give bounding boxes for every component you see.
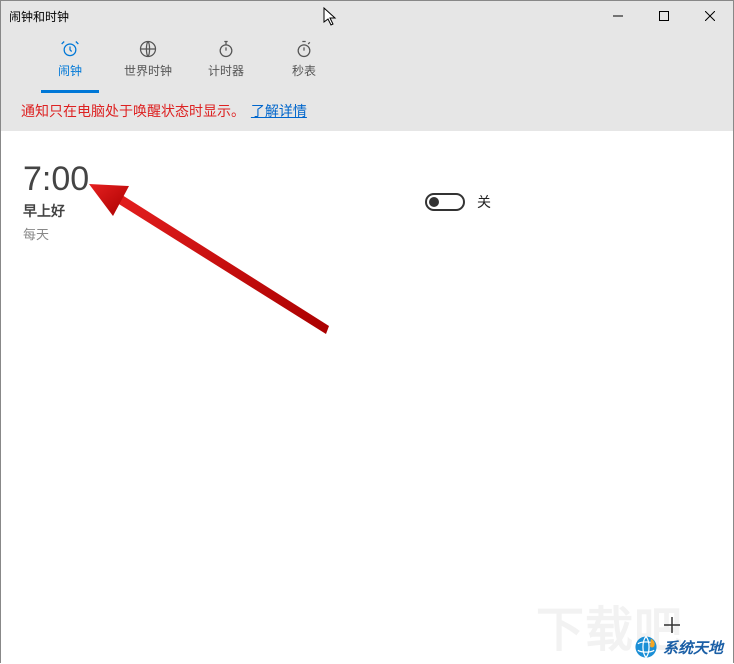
close-icon (705, 11, 715, 21)
close-button[interactable] (687, 1, 733, 31)
notification-text: 通知只在电脑处于唤醒状态时显示。 (21, 103, 245, 119)
alarm-repeat: 每天 (23, 224, 425, 243)
maximize-button[interactable] (641, 1, 687, 31)
learn-more-link[interactable]: 了解详情 (251, 103, 307, 119)
tab-label: 秒表 (292, 62, 316, 79)
alarm-toggle-group: 关 (425, 192, 491, 212)
minimize-icon (613, 11, 623, 21)
content-area: 7:00 早上好 每天 关 (1, 131, 733, 664)
tab-world-clock[interactable]: 世界时钟 (109, 31, 187, 93)
alarm-toggle-label: 关 (477, 192, 491, 212)
maximize-icon (659, 11, 669, 21)
globe-logo-icon (633, 634, 659, 660)
watermark: 系统天地 (633, 634, 723, 660)
tab-bar: 闹钟 世界时钟 计时器 秒表 (1, 31, 733, 93)
tab-alarm[interactable]: 闹钟 (31, 31, 109, 93)
alarm-info: 7:00 早上好 每天 (23, 161, 425, 243)
stopwatch-icon (294, 39, 314, 59)
alarm-item[interactable]: 7:00 早上好 每天 关 (23, 161, 711, 243)
alarm-name: 早上好 (23, 201, 425, 221)
tab-timer[interactable]: 计时器 (187, 31, 265, 93)
title-bar: 闹钟和时钟 (1, 1, 733, 31)
globe-icon (138, 39, 158, 59)
tab-label: 计时器 (208, 62, 244, 79)
alarm-clock-icon (60, 39, 80, 59)
tab-label: 世界时钟 (124, 62, 172, 79)
alarm-time: 7:00 (23, 161, 425, 198)
window-controls (595, 1, 733, 31)
watermark-label: 系统天地 (663, 637, 723, 658)
minimize-button[interactable] (595, 1, 641, 31)
timer-icon (216, 39, 236, 59)
tab-stopwatch[interactable]: 秒表 (265, 31, 343, 93)
tab-label: 闹钟 (58, 62, 82, 79)
notification-bar: 通知只在电脑处于唤醒状态时显示。 了解详情 (1, 93, 733, 131)
window-title: 闹钟和时钟 (9, 8, 69, 25)
alarm-toggle[interactable] (425, 193, 465, 211)
